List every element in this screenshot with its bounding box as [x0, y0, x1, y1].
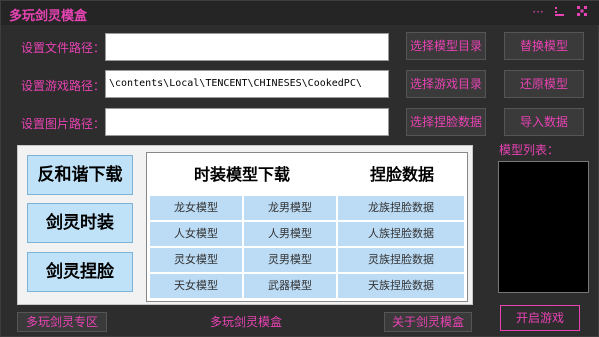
anti-censor-download-button[interactable]: 反和谐下载	[27, 155, 133, 195]
costume-button[interactable]: 剑灵时装	[27, 203, 133, 243]
app-window: 多玩剑灵模盒 ··· 设置文件路径： 设置游戏路径： \contents\Loc…	[0, 0, 599, 337]
table-cell[interactable]: 天女模型	[149, 273, 243, 299]
game-path-label: 设置游戏路径：	[21, 79, 106, 93]
menu-icon[interactable]: ···	[531, 5, 545, 19]
footer-app-name: 多玩剑灵模盒	[209, 315, 282, 329]
table-cell[interactable]: 人男模型	[243, 221, 337, 247]
table-cell[interactable]: 人女模型	[149, 221, 243, 247]
table-cell[interactable]: 灵女模型	[149, 247, 243, 273]
start-game-button[interactable]: 开启游戏	[500, 305, 580, 331]
image-path-label: 设置图片路径：	[21, 117, 106, 131]
file-path-label: 设置文件路径：	[21, 41, 106, 55]
about-button[interactable]: 关于剑灵模盒	[384, 312, 472, 332]
table-cell[interactable]: 武器模型	[243, 273, 337, 299]
header-face-data: 捏脸数据	[369, 165, 434, 184]
table-cell[interactable]: 龙族捏脸数据	[337, 195, 465, 221]
download-table: 时装模型下载 捏脸数据 龙女模型 龙男模型 龙族捏脸数据 人女模型 人男模型 人…	[146, 152, 468, 302]
window-title: 多玩剑灵模盒	[9, 9, 88, 24]
table-cell[interactable]: 灵族捏脸数据	[337, 247, 465, 273]
image-path-input[interactable]	[105, 108, 389, 136]
model-list-box[interactable]	[498, 161, 589, 293]
select-face-data-button[interactable]: 选择捏脸数据	[406, 108, 486, 136]
select-game-dir-button[interactable]: 选择游戏目录	[406, 70, 486, 98]
import-data-button[interactable]: 导入数据	[504, 108, 584, 136]
file-path-input[interactable]	[105, 33, 389, 61]
table-cell[interactable]: 龙男模型	[243, 195, 337, 221]
face-sculpt-button[interactable]: 剑灵捏脸	[27, 252, 133, 292]
title-bar: 多玩剑灵模盒 ···	[1, 1, 599, 25]
select-model-dir-button[interactable]: 选择模型目录	[406, 32, 486, 60]
table-cell[interactable]: 人族捏脸数据	[337, 221, 465, 247]
table-cell[interactable]: 天族捏脸数据	[337, 273, 465, 299]
close-icon[interactable]	[575, 5, 589, 19]
table-cell[interactable]: 龙女模型	[149, 195, 243, 221]
header-costume-models: 时装模型下载	[193, 165, 290, 184]
model-list-label: 模型列表：	[499, 143, 560, 157]
game-path-input[interactable]: \contents\Local\TENCENT\CHINESES\CookedP…	[105, 70, 389, 98]
minimize-glyph	[555, 7, 564, 16]
replace-model-button[interactable]: 替换模型	[504, 32, 584, 60]
table-cell[interactable]: 灵男模型	[243, 247, 337, 273]
close-glyph	[577, 6, 587, 16]
minimize-icon[interactable]	[553, 5, 567, 19]
restore-model-button[interactable]: 还原模型	[504, 70, 584, 98]
zone-link-button[interactable]: 多玩剑灵专区	[17, 312, 107, 332]
